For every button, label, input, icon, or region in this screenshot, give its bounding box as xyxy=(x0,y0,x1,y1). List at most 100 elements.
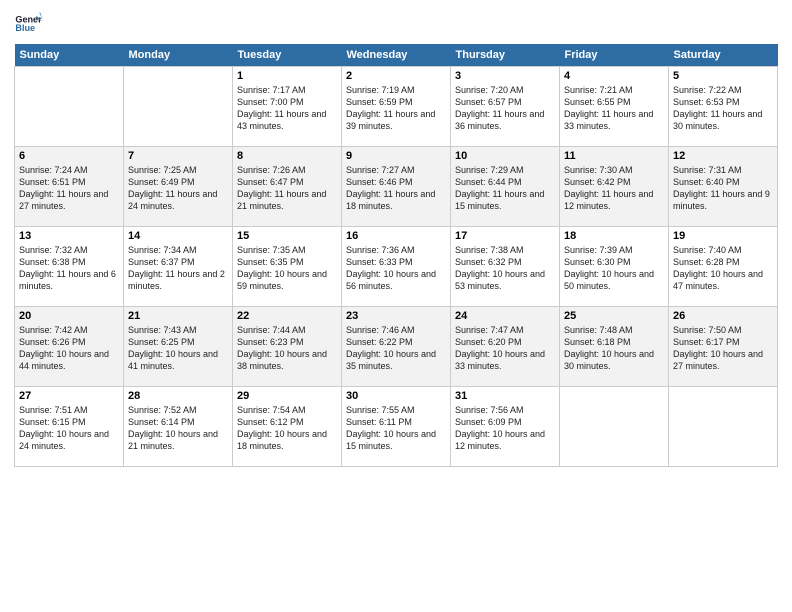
day-info: Sunrise: 7:20 AM Sunset: 6:57 PM Dayligh… xyxy=(455,84,555,133)
calendar-cell: 21 Sunrise: 7:43 AM Sunset: 6:25 PM Dayli… xyxy=(124,307,233,387)
calendar-cell xyxy=(560,387,669,467)
day-info: Sunrise: 7:46 AM Sunset: 6:22 PM Dayligh… xyxy=(346,324,446,373)
calendar-cell: 6 Sunrise: 7:24 AM Sunset: 6:51 PM Daylig… xyxy=(15,147,124,227)
calendar-cell: 29 Sunrise: 7:54 AM Sunset: 6:12 PM Dayli… xyxy=(233,387,342,467)
calendar-cell: 2 Sunrise: 7:19 AM Sunset: 6:59 PM Daylig… xyxy=(342,67,451,147)
day-number: 1 xyxy=(237,70,337,82)
day-info: Sunrise: 7:55 AM Sunset: 6:11 PM Dayligh… xyxy=(346,404,446,453)
calendar-cell: 23 Sunrise: 7:46 AM Sunset: 6:22 PM Dayli… xyxy=(342,307,451,387)
calendar-cell: 22Sunrise: 7:44 AM Sunset: 6:23 PM Dayli… xyxy=(233,307,342,387)
calendar-cell: 31 Sunrise: 7:56 AM Sunset: 6:09 PM Dayli… xyxy=(451,387,560,467)
day-number: 19 xyxy=(673,230,773,242)
calendar-week-3: 13 Sunrise: 7:32 AM Sunset: 6:38 PM Dayli… xyxy=(15,227,778,307)
day-number: 5 xyxy=(673,70,773,82)
day-info: Sunrise: 7:38 AM Sunset: 6:32 PM Dayligh… xyxy=(455,244,555,293)
day-info: Sunrise: 7:34 AM Sunset: 6:37 PM Dayligh… xyxy=(128,244,228,293)
day-number: 20 xyxy=(19,310,119,322)
weekday-header-row: SundayMondayTuesdayWednesdayThursdayFrid… xyxy=(15,44,778,67)
calendar-cell: 25 Sunrise: 7:48 AM Sunset: 6:18 PM Dayli… xyxy=(560,307,669,387)
day-number: 30 xyxy=(346,390,446,402)
day-number: 16 xyxy=(346,230,446,242)
day-number: 12 xyxy=(673,150,773,162)
calendar-cell: 11 Sunrise: 7:30 AM Sunset: 6:42 PM Dayli… xyxy=(560,147,669,227)
calendar-cell: 15 Sunrise: 7:35 AM Sunset: 6:35 PM Dayli… xyxy=(233,227,342,307)
weekday-header-thursday: Thursday xyxy=(451,44,560,67)
day-number: 23 xyxy=(346,310,446,322)
day-info: Sunrise: 7:50 AM Sunset: 6:17 PM Dayligh… xyxy=(673,324,773,373)
day-info: Sunrise: 7:44 AM Sunset: 6:23 PM Dayligh… xyxy=(237,324,337,373)
calendar-cell: 30 Sunrise: 7:55 AM Sunset: 6:11 PM Dayli… xyxy=(342,387,451,467)
calendar-cell: 4Sunrise: 7:21 AM Sunset: 6:55 PM Daylig… xyxy=(560,67,669,147)
day-info: Sunrise: 7:35 AM Sunset: 6:35 PM Dayligh… xyxy=(237,244,337,293)
calendar-week-2: 6 Sunrise: 7:24 AM Sunset: 6:51 PM Daylig… xyxy=(15,147,778,227)
calendar-cell: 20 Sunrise: 7:42 AM Sunset: 6:26 PM Dayli… xyxy=(15,307,124,387)
day-number: 26 xyxy=(673,310,773,322)
day-info: Sunrise: 7:43 AM Sunset: 6:25 PM Dayligh… xyxy=(128,324,228,373)
logo: General Blue xyxy=(14,10,46,38)
day-info: Sunrise: 7:22 AM Sunset: 6:53 PM Dayligh… xyxy=(673,84,773,133)
day-number: 27 xyxy=(19,390,119,402)
day-info: Sunrise: 7:42 AM Sunset: 6:26 PM Dayligh… xyxy=(19,324,119,373)
day-number: 25 xyxy=(564,310,664,322)
calendar-cell xyxy=(669,387,778,467)
calendar-cell: 12 Sunrise: 7:31 AM Sunset: 6:40 PM Dayli… xyxy=(669,147,778,227)
day-number: 31 xyxy=(455,390,555,402)
calendar-cell: 8 Sunrise: 7:26 AM Sunset: 6:47 PM Daylig… xyxy=(233,147,342,227)
day-number: 2 xyxy=(346,70,446,82)
day-info: Sunrise: 7:29 AM Sunset: 6:44 PM Dayligh… xyxy=(455,164,555,213)
weekday-header-saturday: Saturday xyxy=(669,44,778,67)
calendar-cell: 14Sunrise: 7:34 AM Sunset: 6:37 PM Dayli… xyxy=(124,227,233,307)
calendar-cell: 5 Sunrise: 7:22 AM Sunset: 6:53 PM Daylig… xyxy=(669,67,778,147)
day-number: 6 xyxy=(19,150,119,162)
page-header: General Blue xyxy=(14,10,778,38)
day-info: Sunrise: 7:24 AM Sunset: 6:51 PM Dayligh… xyxy=(19,164,119,213)
page-container: General Blue SundayMondayTuesdayWednesda… xyxy=(0,0,792,477)
calendar-cell xyxy=(124,67,233,147)
day-number: 8 xyxy=(237,150,337,162)
day-number: 3 xyxy=(455,70,555,82)
day-number: 21 xyxy=(128,310,228,322)
day-info: Sunrise: 7:39 AM Sunset: 6:30 PM Dayligh… xyxy=(564,244,664,293)
weekday-header-tuesday: Tuesday xyxy=(233,44,342,67)
calendar-cell: 9Sunrise: 7:27 AM Sunset: 6:46 PM Daylig… xyxy=(342,147,451,227)
day-info: Sunrise: 7:19 AM Sunset: 6:59 PM Dayligh… xyxy=(346,84,446,133)
day-number: 10 xyxy=(455,150,555,162)
day-info: Sunrise: 7:17 AM Sunset: 7:00 PM Dayligh… xyxy=(237,84,337,133)
day-info: Sunrise: 7:56 AM Sunset: 6:09 PM Dayligh… xyxy=(455,404,555,453)
calendar-week-5: 27 Sunrise: 7:51 AM Sunset: 6:15 PM Dayli… xyxy=(15,387,778,467)
day-number: 11 xyxy=(564,150,664,162)
calendar-cell: 18Sunrise: 7:39 AM Sunset: 6:30 PM Dayli… xyxy=(560,227,669,307)
day-number: 4 xyxy=(564,70,664,82)
calendar-cell: 13 Sunrise: 7:32 AM Sunset: 6:38 PM Dayli… xyxy=(15,227,124,307)
day-number: 15 xyxy=(237,230,337,242)
calendar-cell: 10 Sunrise: 7:29 AM Sunset: 6:44 PM Dayli… xyxy=(451,147,560,227)
calendar-cell: 1 Sunrise: 7:17 AM Sunset: 7:00 PM Daylig… xyxy=(233,67,342,147)
day-info: Sunrise: 7:26 AM Sunset: 6:47 PM Dayligh… xyxy=(237,164,337,213)
svg-text:Blue: Blue xyxy=(15,23,35,33)
calendar-cell: 16Sunrise: 7:36 AM Sunset: 6:33 PM Dayli… xyxy=(342,227,451,307)
day-number: 9 xyxy=(346,150,446,162)
day-info: Sunrise: 7:32 AM Sunset: 6:38 PM Dayligh… xyxy=(19,244,119,293)
weekday-header-sunday: Sunday xyxy=(15,44,124,67)
day-info: Sunrise: 7:52 AM Sunset: 6:14 PM Dayligh… xyxy=(128,404,228,453)
calendar-cell xyxy=(15,67,124,147)
day-number: 29 xyxy=(237,390,337,402)
calendar-cell: 7Sunrise: 7:25 AM Sunset: 6:49 PM Daylig… xyxy=(124,147,233,227)
day-number: 13 xyxy=(19,230,119,242)
calendar-cell: 19Sunrise: 7:40 AM Sunset: 6:28 PM Dayli… xyxy=(669,227,778,307)
day-info: Sunrise: 7:54 AM Sunset: 6:12 PM Dayligh… xyxy=(237,404,337,453)
day-info: Sunrise: 7:51 AM Sunset: 6:15 PM Dayligh… xyxy=(19,404,119,453)
day-info: Sunrise: 7:47 AM Sunset: 6:20 PM Dayligh… xyxy=(455,324,555,373)
day-info: Sunrise: 7:48 AM Sunset: 6:18 PM Dayligh… xyxy=(564,324,664,373)
calendar-week-1: 1 Sunrise: 7:17 AM Sunset: 7:00 PM Daylig… xyxy=(15,67,778,147)
calendar-week-4: 20 Sunrise: 7:42 AM Sunset: 6:26 PM Dayli… xyxy=(15,307,778,387)
calendar-cell: 17Sunrise: 7:38 AM Sunset: 6:32 PM Dayli… xyxy=(451,227,560,307)
calendar-table: SundayMondayTuesdayWednesdayThursdayFrid… xyxy=(14,44,778,467)
day-info: Sunrise: 7:25 AM Sunset: 6:49 PM Dayligh… xyxy=(128,164,228,213)
calendar-cell: 3 Sunrise: 7:20 AM Sunset: 6:57 PM Daylig… xyxy=(451,67,560,147)
calendar-cell: 28Sunrise: 7:52 AM Sunset: 6:14 PM Dayli… xyxy=(124,387,233,467)
day-info: Sunrise: 7:30 AM Sunset: 6:42 PM Dayligh… xyxy=(564,164,664,213)
calendar-cell: 24Sunrise: 7:47 AM Sunset: 6:20 PM Dayli… xyxy=(451,307,560,387)
day-info: Sunrise: 7:31 AM Sunset: 6:40 PM Dayligh… xyxy=(673,164,773,213)
logo-icon: General Blue xyxy=(14,10,42,38)
